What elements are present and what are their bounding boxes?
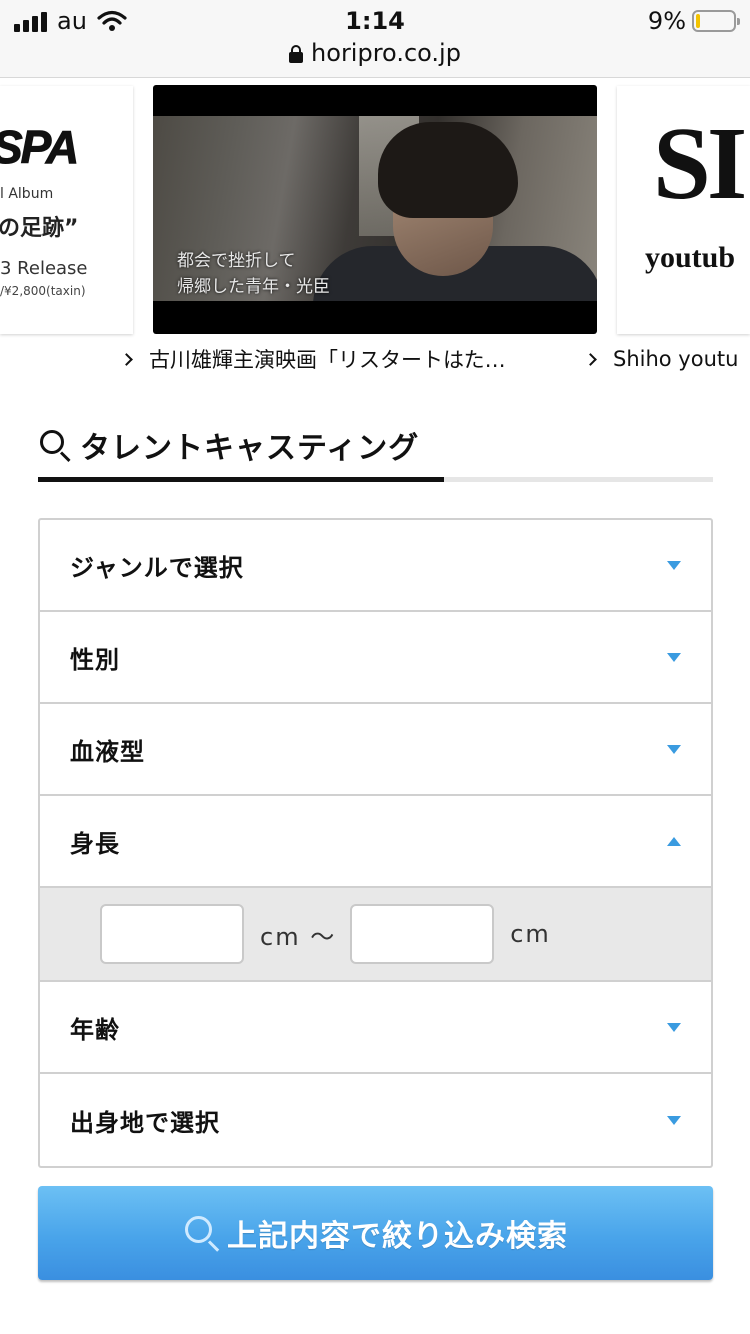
chevron-right-icon xyxy=(122,352,133,366)
height-max-input[interactable] xyxy=(350,904,495,964)
banner-youtube[interactable]: SI youtub xyxy=(617,86,750,334)
status-right: 9% xyxy=(647,6,740,36)
filter-blood-type[interactable]: 血液型 xyxy=(40,704,711,796)
release-label: 3 Release xyxy=(0,258,88,279)
status-bar: au 1:14 9% horipro.co.jp xyxy=(0,0,750,78)
filter-birthplace[interactable]: 出身地で選択 xyxy=(40,1074,711,1166)
battery-fill xyxy=(696,14,701,28)
subtitle-line-1: 都会で挫折して xyxy=(177,251,296,271)
height-min-input[interactable] xyxy=(100,904,244,964)
caption-text: 古川雄輝主演映画「リスタートはた… xyxy=(149,348,506,372)
section-heading: タレントキャスティング xyxy=(38,420,419,470)
caret-down-icon xyxy=(667,560,681,570)
clock: 1:14 xyxy=(345,7,405,35)
filter-label: 性別 xyxy=(70,645,120,674)
chevron-right-icon xyxy=(586,352,597,366)
youtube-logo: SI xyxy=(653,106,747,221)
video-still: 都会で挫折して 帰郷した青年・光臣 xyxy=(153,116,597,301)
battery-icon xyxy=(692,10,740,32)
url-text: horipro.co.jp xyxy=(311,39,461,67)
section-title: タレントキャスティング xyxy=(80,431,420,466)
search-submit-button[interactable]: 上記内容で絞り込み検索 xyxy=(38,1186,713,1280)
caret-down-icon xyxy=(667,1115,681,1125)
height-range-label: cm 〜 xyxy=(260,917,336,952)
caret-up-icon xyxy=(667,836,681,846)
filter-age[interactable]: 年齢 xyxy=(40,982,711,1074)
search-icon xyxy=(183,1214,221,1252)
caret-down-icon xyxy=(667,744,681,754)
subtitle-line-2: 帰郷した青年・光臣 xyxy=(177,277,330,297)
unit-label: cm xyxy=(510,920,551,948)
banner-movie-video[interactable]: 都会で挫折して 帰郷した青年・光臣 xyxy=(153,85,597,334)
filter-height[interactable]: 身長 xyxy=(40,796,711,888)
height-range-panel: cm 〜 cm xyxy=(40,888,711,982)
filter-label: 血液型 xyxy=(70,737,145,766)
lock-icon xyxy=(289,45,304,63)
album-label: l Album xyxy=(0,186,54,202)
price-label: /¥2,800(taxin) xyxy=(0,284,86,298)
video-subtitle: 都会で挫折して 帰郷した青年・光臣 xyxy=(177,248,330,300)
unit-label: cm xyxy=(260,922,301,951)
filter-label: 出身地で選択 xyxy=(70,1108,220,1137)
range-separator: 〜 xyxy=(310,922,337,951)
filter-label: 身長 xyxy=(70,829,120,858)
search-icon xyxy=(38,428,72,463)
search-button-label: 上記内容で絞り込み検索 xyxy=(227,1219,568,1254)
filter-accordion: ジャンルで選択 性別 血液型 身長 cm 〜 cm 年齢 出身地で選択 xyxy=(38,518,713,1168)
spa-logo: SPA xyxy=(0,121,80,174)
caption-text: Shiho youtu xyxy=(613,347,739,371)
caret-down-icon xyxy=(667,652,681,662)
album-title: の足跡” xyxy=(0,216,79,241)
filter-genre[interactable]: ジャンルで選択 xyxy=(40,520,711,612)
banner-album[interactable]: SPA l Album の足跡” 3 Release /¥2,800(taxin… xyxy=(0,86,133,334)
battery-percent: 9% xyxy=(647,7,686,35)
url-bar[interactable]: horipro.co.jp xyxy=(0,38,750,68)
filter-label: ジャンルで選択 xyxy=(70,553,244,582)
filter-gender[interactable]: 性別 xyxy=(40,612,711,704)
caret-down-icon xyxy=(667,1022,681,1032)
banner-caption-youtube[interactable]: Shiho youtu xyxy=(586,344,750,374)
filter-label: 年齢 xyxy=(70,1015,120,1044)
banner-caption-movie[interactable]: 古川雄輝主演映画「リスタートはた… xyxy=(122,344,542,374)
heading-underline xyxy=(38,477,713,482)
youtube-sub: youtub xyxy=(645,241,736,274)
